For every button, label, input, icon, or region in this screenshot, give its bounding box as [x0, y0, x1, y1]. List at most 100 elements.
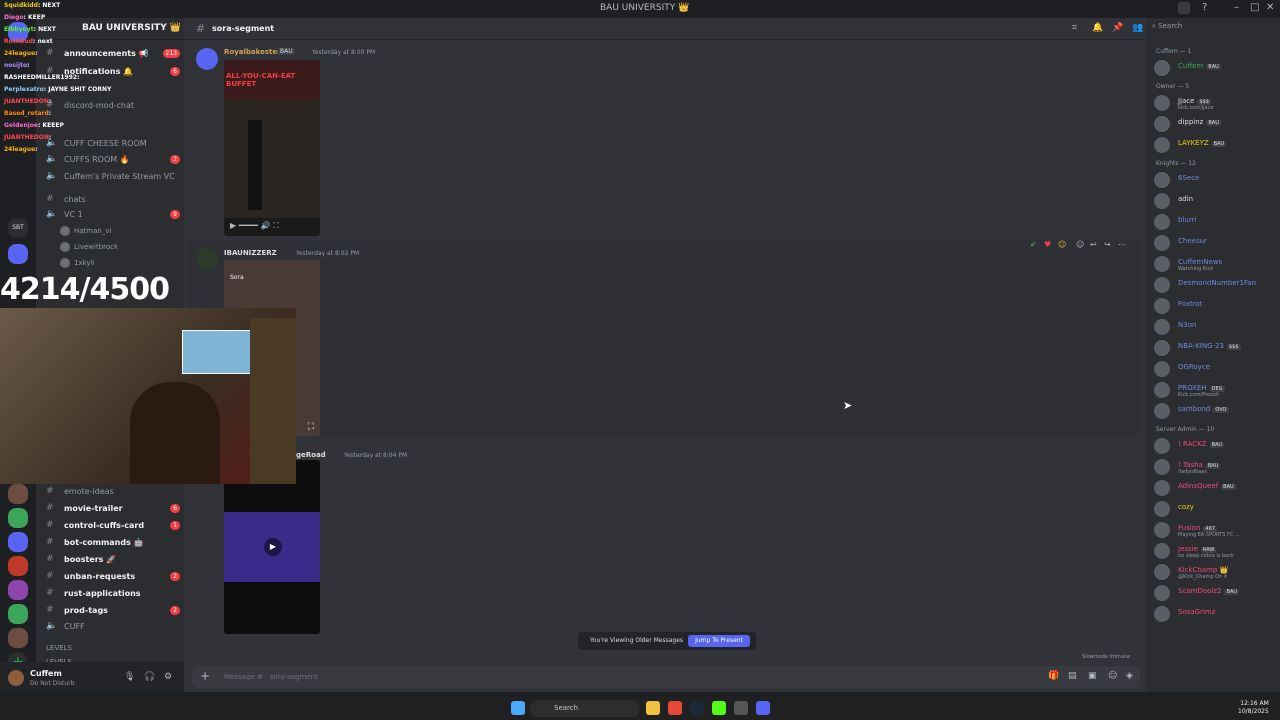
server-icon[interactable]	[8, 580, 28, 600]
member-item[interactable]: PROXEH DEG Kick.com/Proxeh	[1154, 380, 1280, 398]
video-attachment[interactable]: ALL-YOU-CAN-EAT BUFFET ▶ ━━━━ 🔊 ⛶	[224, 60, 320, 236]
jump-to-present-button[interactable]: Jump To Present	[688, 635, 750, 647]
server-icon[interactable]	[8, 556, 28, 576]
windows-start-icon[interactable]	[511, 701, 525, 715]
channel-control-cuffs-card[interactable]: # control-cuffs-card 1	[42, 518, 182, 534]
server-icon[interactable]	[8, 628, 28, 648]
message-author[interactable]: geRoad	[296, 451, 326, 459]
category-levels[interactable]: LEVELS	[46, 644, 72, 652]
video-attachment[interactable]: ▶	[224, 460, 320, 634]
member-item[interactable]: Jessie RAW no sleep cobra is back	[1154, 541, 1280, 559]
member-item[interactable]: Cuffem BAU	[1154, 58, 1280, 76]
voice-user[interactable]: 1xkyli	[60, 258, 94, 268]
member-item[interactable]: KickChamp 👑 @Kick_Champ On X	[1154, 562, 1280, 580]
inbox-icon[interactable]	[1178, 2, 1190, 14]
member-name-text: KickChamp 👑	[1178, 566, 1229, 574]
sticker-icon[interactable]: ▣	[1088, 671, 1097, 681]
member-item[interactable]: Jjace $$$ kick.com/jjace	[1154, 93, 1280, 111]
member-item[interactable]: Foxtrot	[1154, 296, 1280, 314]
taskbar-search[interactable]: Search	[530, 700, 640, 717]
gear-icon[interactable]: ⚙	[164, 672, 172, 682]
member-item[interactable]: DesmondNumber1Fan	[1154, 275, 1280, 293]
members-icon[interactable]: 👥	[1132, 23, 1143, 33]
server-icon[interactable]	[8, 604, 28, 624]
gif-icon[interactable]: ▤	[1068, 671, 1077, 681]
headphones-icon[interactable]: 🎧	[144, 672, 155, 682]
check-reaction-icon[interactable]: ✔	[1030, 240, 1037, 249]
member-item[interactable]: OGRoyce	[1154, 359, 1280, 377]
channel-unban-requests[interactable]: # unban-requests 2	[42, 569, 182, 585]
message-input[interactable]: Message # · sora-segment	[224, 673, 318, 681]
server-icon-sbt[interactable]: SBT	[8, 218, 28, 238]
video-controls[interactable]: ▶ ━━━━ 🔊 ⛶	[224, 218, 320, 236]
steam-icon[interactable]	[690, 701, 704, 715]
server-icon[interactable]	[8, 532, 28, 552]
member-item[interactable]: cozy	[1154, 499, 1280, 517]
kick-icon[interactable]	[712, 701, 726, 715]
message-composer[interactable]: + Message # · sora-segment 🎁 ▤ ▣ ☺ ◈	[192, 666, 1140, 688]
member-item[interactable]: SosaGrimz	[1154, 604, 1280, 622]
threads-icon[interactable]: ⌗	[1072, 23, 1082, 33]
reply-icon[interactable]: ↩	[1090, 240, 1097, 249]
member-item[interactable]: AdinsQueef BAU	[1154, 478, 1280, 496]
gift-icon[interactable]: 🎁	[1048, 671, 1059, 681]
member-item[interactable]: NBA-KING-23 $$$	[1154, 338, 1280, 356]
pin-icon[interactable]: 📌	[1112, 23, 1123, 33]
channel-cuff[interactable]: 🔈 CUFF	[42, 619, 182, 635]
channel-movie-trailer[interactable]: # movie-trailer 6	[42, 501, 182, 517]
microphone-icon[interactable]: 🎙	[124, 672, 135, 682]
member-item[interactable]: ! Tasha BAU/ladyofbaes	[1154, 457, 1280, 475]
server-icon[interactable]	[8, 244, 28, 264]
avatar	[1154, 60, 1170, 76]
app-icon[interactable]	[734, 701, 748, 715]
apps-icon[interactable]: ◈	[1126, 671, 1133, 681]
server-icon[interactable]	[8, 508, 28, 528]
heart-reaction-icon[interactable]: ♥	[1044, 240, 1051, 249]
member-item[interactable]: 6Sece	[1154, 170, 1280, 188]
channel-vc-1[interactable]: 🔈 VC 1 9	[42, 207, 182, 223]
search-input[interactable]: ⌕ Search	[1152, 22, 1276, 36]
member-item[interactable]: ! RACKZ BAU	[1154, 436, 1280, 454]
system-clock[interactable]: 12:16 AM 10/8/2025	[1238, 700, 1269, 716]
channel-boosters[interactable]: # boosters 🚀	[42, 552, 182, 568]
play-icon[interactable]: ▶	[264, 538, 282, 556]
message-author[interactable]: IBAUNIZZERZ	[224, 249, 277, 257]
member-item[interactable]: dippinz BAU	[1154, 114, 1280, 132]
emoji-reaction-icon[interactable]: ☺	[1058, 240, 1066, 249]
channel-rust-applications[interactable]: # rust-applications	[42, 586, 182, 602]
avatar[interactable]	[196, 248, 218, 270]
file-explorer-icon[interactable]	[646, 701, 660, 715]
bell-icon[interactable]: 🔔	[1092, 23, 1103, 33]
member-item[interactable]: LAYKEYZ BAU	[1154, 135, 1280, 153]
voice-user[interactable]: Hatman_vi	[60, 226, 111, 236]
add-reaction-icon[interactable]: ☺	[1076, 240, 1084, 249]
chrome-icon[interactable]	[668, 701, 682, 715]
close-icon[interactable]: ✕	[1266, 2, 1274, 13]
more-icon[interactable]: ⋯	[1118, 240, 1126, 249]
message-author[interactable]: Royalbakester	[224, 48, 281, 56]
fullscreen-icon[interactable]: ⛶	[308, 422, 314, 432]
member-item[interactable]: ScamDoolz2 BAU	[1154, 583, 1280, 601]
channel-prod-tags[interactable]: # prod-tags 2	[42, 603, 182, 619]
member-item[interactable]: blurri	[1154, 212, 1280, 230]
add-attachment-icon[interactable]: +	[200, 669, 210, 683]
voice-user[interactable]: Livewitbrock	[60, 242, 118, 252]
server-icon[interactable]	[8, 484, 28, 504]
channel-emote-ideas[interactable]: # emote-ideas	[42, 484, 182, 500]
emoji-icon[interactable]: ☺	[1108, 671, 1117, 681]
discord-icon[interactable]	[756, 701, 770, 715]
avatar[interactable]	[8, 670, 24, 686]
message-row-hovered[interactable]	[188, 240, 1140, 436]
avatar[interactable]	[196, 48, 218, 70]
member-item[interactable]: adin	[1154, 191, 1280, 209]
help-icon[interactable]: ?	[1202, 2, 1207, 13]
member-item[interactable]: Cheesur	[1154, 233, 1280, 251]
member-item[interactable]: Fusion 467 Playing EA SPORTS FC ...	[1154, 520, 1280, 538]
minimize-icon[interactable]: –	[1234, 2, 1239, 13]
forward-icon[interactable]: ↪	[1104, 240, 1111, 249]
member-item[interactable]: CuffemNews Watching Kick	[1154, 254, 1280, 272]
member-item[interactable]: N3on	[1154, 317, 1280, 335]
maximize-icon[interactable]: □	[1250, 2, 1259, 13]
member-item[interactable]: sambond OVO	[1154, 401, 1280, 419]
channel-bot-commands[interactable]: # bot-commands 🤖	[42, 535, 182, 551]
